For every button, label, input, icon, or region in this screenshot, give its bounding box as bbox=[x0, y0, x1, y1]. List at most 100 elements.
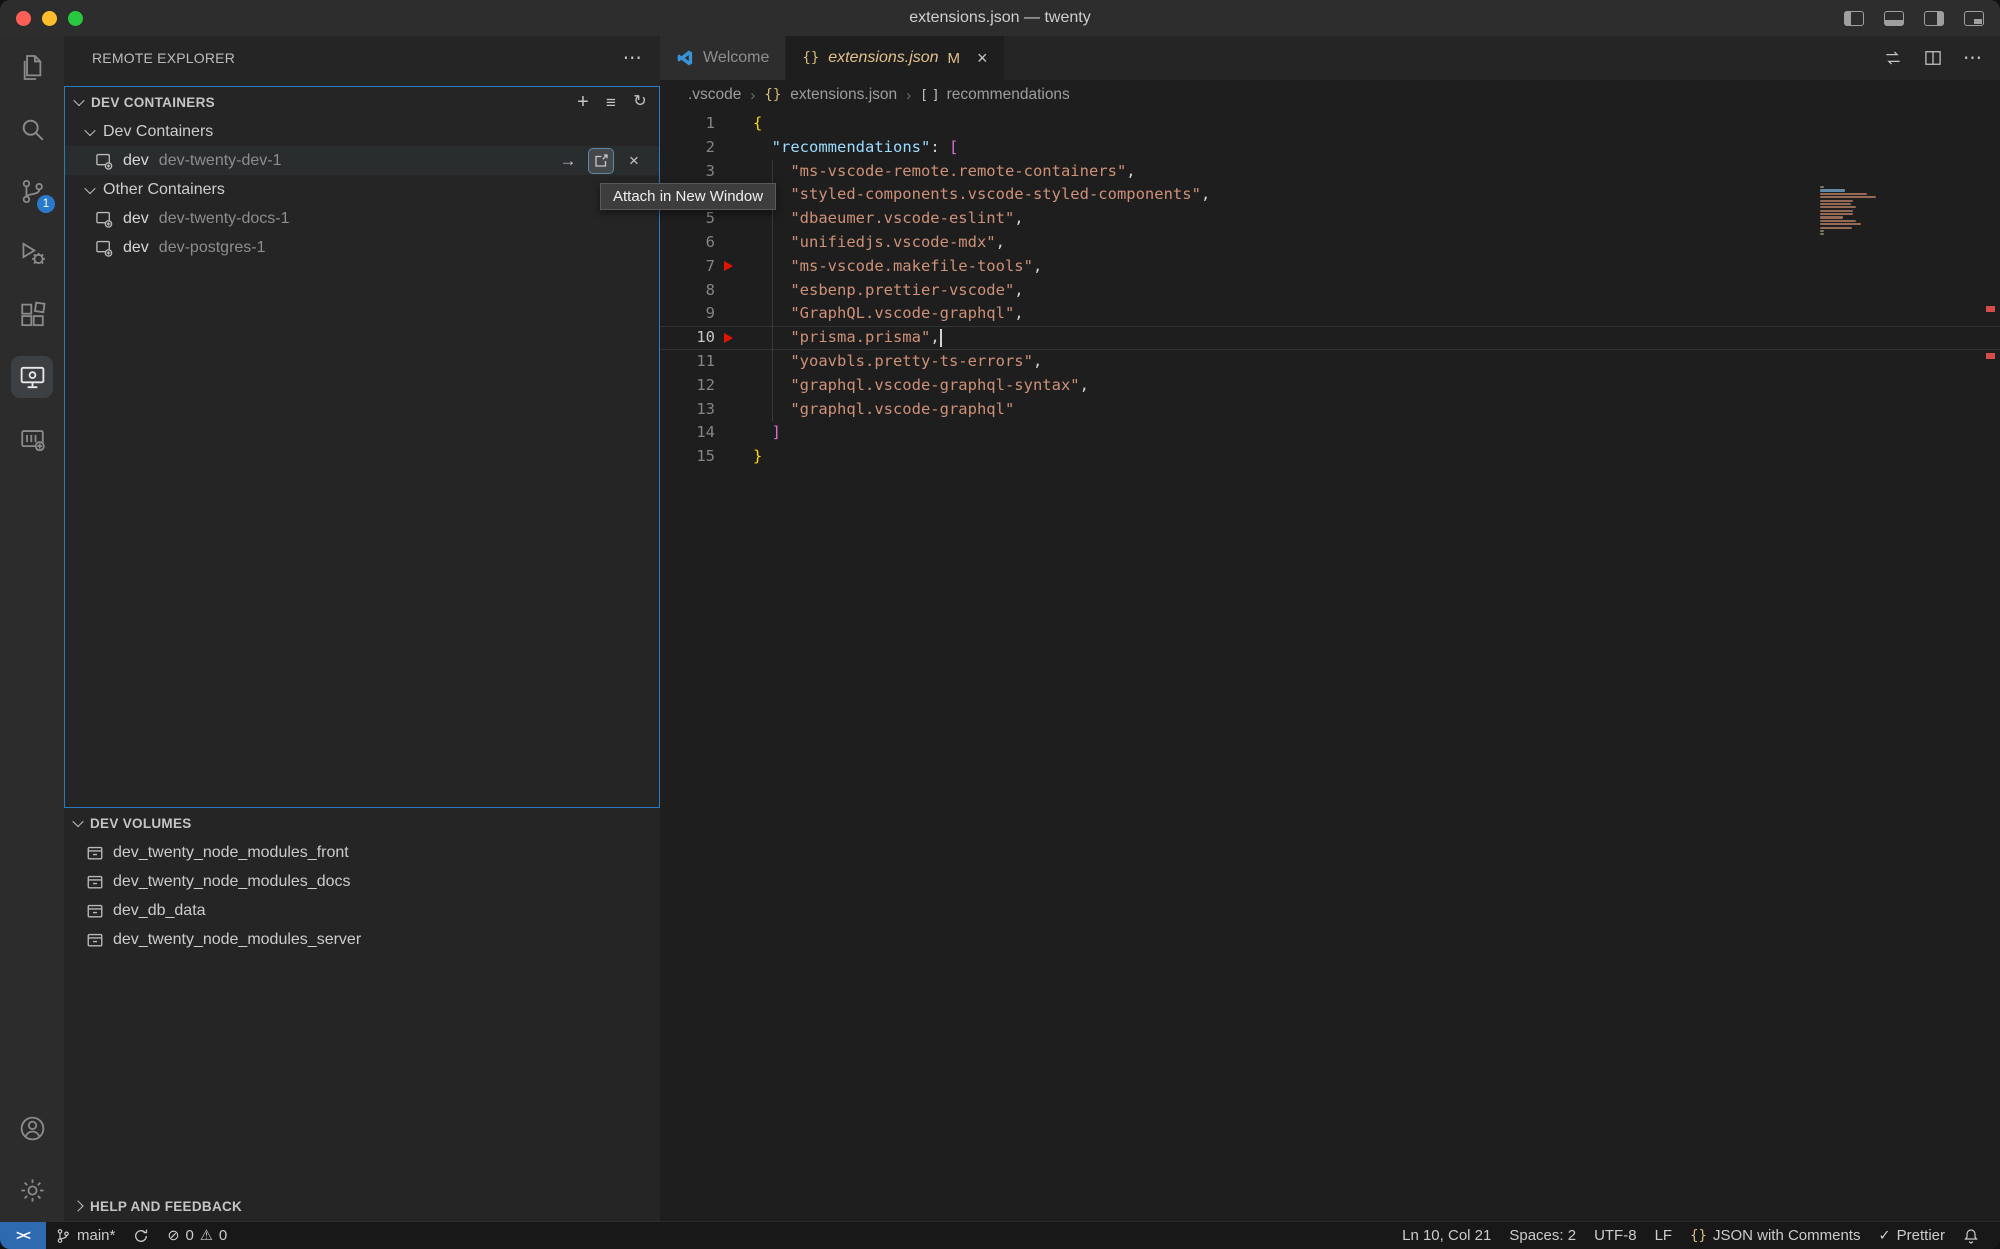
code-line[interactable]: 4 "styled-components.vscode-styled-compo… bbox=[660, 183, 2000, 207]
code-line[interactable]: 12 "graphql.vscode-graphql-syntax", bbox=[660, 374, 2000, 398]
collapse-all-icon[interactable]: ≡ bbox=[606, 94, 616, 111]
sync-icon bbox=[133, 1228, 149, 1244]
code-line[interactable]: 6 "unifiedjs.vscode-mdx", bbox=[660, 231, 2000, 255]
code-line[interactable]: 7 "ms-vscode.makefile-tools", bbox=[660, 255, 2000, 279]
open-changes-icon[interactable] bbox=[1883, 48, 1903, 68]
chevron-down-icon bbox=[84, 124, 95, 135]
gutter bbox=[715, 207, 753, 231]
json-file-icon: {} bbox=[802, 50, 819, 66]
cursor-position-item[interactable]: Ln 10, Col 21 bbox=[1393, 1222, 1500, 1249]
new-dev-container-icon[interactable]: + bbox=[577, 92, 589, 112]
dev-volumes-header[interactable]: DEV VOLUMES bbox=[64, 808, 660, 838]
code-line[interactable]: 13 "graphql.vscode-graphql" bbox=[660, 398, 2000, 422]
minimap-line bbox=[1820, 189, 1845, 191]
breadcrumb-item-folder[interactable]: .vscode bbox=[688, 86, 741, 104]
volume-item[interactable]: dev_db_data bbox=[64, 896, 660, 925]
activity-item-search[interactable] bbox=[0, 98, 64, 160]
close-tab-icon[interactable]: × bbox=[977, 48, 988, 69]
title-bar: extensions.json — twenty bbox=[0, 0, 2000, 36]
indentation-item[interactable]: Spaces: 2 bbox=[1500, 1222, 1585, 1249]
minimize-window-button[interactable] bbox=[42, 11, 57, 26]
attach-new-window-icon[interactable] bbox=[589, 149, 613, 173]
gutter bbox=[715, 326, 753, 350]
split-editor-icon[interactable] bbox=[1923, 48, 1943, 68]
code-line[interactable]: 10 "prisma.prisma", bbox=[660, 326, 2000, 350]
code-text: "recommendations": [ bbox=[753, 136, 958, 160]
toggle-secondary-sidebar-icon[interactable] bbox=[1924, 11, 1944, 26]
git-branch-item[interactable]: main* bbox=[46, 1222, 124, 1249]
code-line[interactable]: 8 "esbenp.prettier-vscode", bbox=[660, 279, 2000, 303]
gutter bbox=[715, 112, 753, 136]
code-line[interactable]: 1{ bbox=[660, 112, 2000, 136]
remote-indicator[interactable]: >< bbox=[0, 1222, 46, 1249]
line-number: 13 bbox=[660, 398, 715, 422]
chevron-down-icon bbox=[84, 182, 95, 193]
volume-item[interactable]: dev_twenty_node_modules_server bbox=[64, 925, 660, 954]
breadcrumb-item-symbol[interactable]: recommendations bbox=[947, 86, 1070, 104]
section-label: HELP AND FEEDBACK bbox=[90, 1199, 242, 1214]
minimap[interactable] bbox=[1820, 186, 1884, 235]
code-editor[interactable]: 1{2 "recommendations": [3 "ms-vscode-rem… bbox=[660, 110, 2000, 1221]
tab-label: extensions.json bbox=[828, 49, 938, 67]
notifications-item[interactable] bbox=[1954, 1222, 1988, 1249]
container-item[interactable]: devdev-postgres-1 bbox=[65, 233, 659, 262]
activity-item-settings[interactable] bbox=[0, 1159, 64, 1221]
activity-item-source-control[interactable]: 1 bbox=[0, 160, 64, 222]
activity-item-run-and-debug[interactable] bbox=[0, 222, 64, 284]
code-line[interactable]: 5 "dbaeumer.vscode-eslint", bbox=[660, 207, 2000, 231]
container-item[interactable]: devdev-twenty-docs-1 bbox=[65, 204, 659, 233]
tree-group[interactable]: Other Containers bbox=[65, 175, 659, 204]
scm-badge: 1 bbox=[37, 195, 55, 213]
encoding-item[interactable]: UTF-8 bbox=[1585, 1222, 1646, 1249]
breadcrumb-item-file[interactable]: extensions.json bbox=[790, 86, 897, 104]
code-lines: 1{2 "recommendations": [3 "ms-vscode-rem… bbox=[660, 112, 2000, 469]
container-item[interactable]: devdev-twenty-dev-1→× bbox=[65, 146, 659, 175]
code-text: "GraphQL.vscode-graphql", bbox=[753, 302, 1024, 326]
maximize-window-button[interactable] bbox=[68, 11, 83, 26]
code-line[interactable]: 9 "GraphQL.vscode-graphql", bbox=[660, 302, 2000, 326]
gutter bbox=[715, 398, 753, 422]
volume-item[interactable]: dev_twenty_node_modules_docs bbox=[64, 867, 660, 896]
problems-item[interactable]: ⊘ 0 ⚠ 0 bbox=[158, 1222, 236, 1249]
code-line[interactable]: 11 "yoavbls.pretty-ts-errors", bbox=[660, 350, 2000, 374]
eol-item[interactable]: LF bbox=[1646, 1222, 1682, 1249]
volume-item[interactable]: dev_twenty_node_modules_front bbox=[64, 838, 660, 867]
sync-changes-item[interactable] bbox=[124, 1222, 158, 1249]
activity-item-accounts[interactable] bbox=[0, 1097, 64, 1159]
more-actions-icon[interactable]: ⋯ bbox=[1963, 47, 1982, 70]
activity-item-containers[interactable] bbox=[0, 408, 64, 470]
close-window-button[interactable] bbox=[16, 11, 31, 26]
remote-explorer-icon bbox=[18, 363, 47, 392]
code-line[interactable]: 3 "ms-vscode-remote.remote-containers", bbox=[660, 160, 2000, 184]
activity-item-explorer[interactable] bbox=[0, 36, 64, 98]
tab-extensions-json[interactable]: {} extensions.json M × bbox=[786, 36, 1004, 80]
window-title: extensions.json — twenty bbox=[0, 9, 2000, 27]
refresh-icon[interactable]: ↻ bbox=[633, 94, 647, 110]
minimap-line bbox=[1820, 200, 1853, 202]
activity-item-remote-explorer[interactable] bbox=[0, 346, 64, 408]
tab-welcome[interactable]: Welcome bbox=[660, 36, 786, 80]
container-id: dev-twenty-docs-1 bbox=[159, 210, 290, 228]
more-actions-icon[interactable]: ⋯ bbox=[623, 47, 642, 70]
minimap-line bbox=[1820, 196, 1876, 198]
attach-container-icon[interactable]: → bbox=[556, 149, 580, 173]
volume-icon bbox=[86, 844, 104, 862]
language-mode-item[interactable]: {} JSON with Comments bbox=[1681, 1222, 1869, 1249]
code-line[interactable]: 14 ] bbox=[660, 421, 2000, 445]
dev-containers-header[interactable]: DEV CONTAINERS + ≡ ↻ bbox=[65, 87, 659, 117]
traffic-lights bbox=[16, 0, 83, 36]
stop-container-icon[interactable]: × bbox=[622, 149, 646, 173]
volume-name: dev_twenty_node_modules_front bbox=[113, 844, 349, 862]
tree-group[interactable]: Dev Containers bbox=[65, 117, 659, 146]
warning-count: 0 bbox=[219, 1227, 227, 1244]
code-line[interactable]: 2 "recommendations": [ bbox=[660, 136, 2000, 160]
toggle-primary-sidebar-icon[interactable] bbox=[1844, 11, 1864, 26]
help-and-feedback-header[interactable]: HELP AND FEEDBACK bbox=[64, 1191, 660, 1221]
code-line[interactable]: 15} bbox=[660, 445, 2000, 469]
customize-layout-icon[interactable] bbox=[1964, 11, 1984, 26]
activity-item-extensions[interactable] bbox=[0, 284, 64, 346]
toggle-panel-icon[interactable] bbox=[1884, 11, 1904, 26]
gutter-marker-icon bbox=[724, 261, 733, 271]
minimap-line bbox=[1820, 233, 1824, 235]
formatter-item[interactable]: ✓ Prettier bbox=[1869, 1222, 1954, 1249]
